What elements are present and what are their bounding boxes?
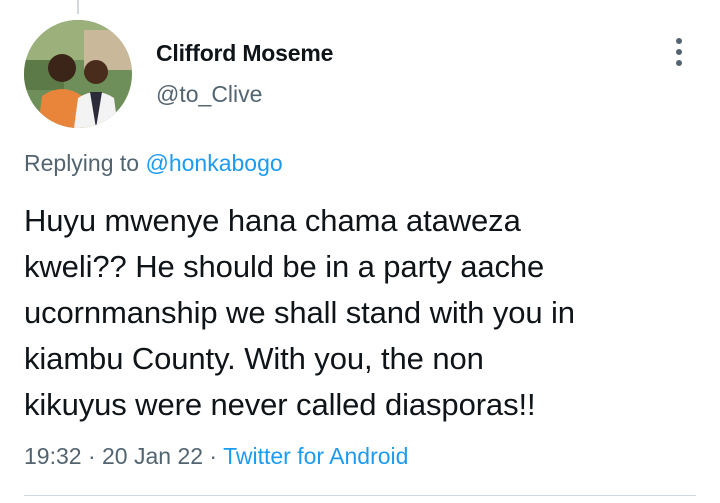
reply-mention-link[interactable]: @honkabogo	[145, 150, 282, 176]
dot	[676, 38, 682, 44]
user-handle[interactable]: @to_Clive	[156, 81, 262, 108]
replying-prefix: Replying to	[24, 150, 146, 176]
more-vertical-icon[interactable]	[664, 34, 694, 70]
display-name[interactable]: Clifford Moseme	[156, 40, 333, 67]
tweet-text: Huyu mwenye hana chama ataweza kweli?? H…	[24, 203, 575, 422]
replying-to: Replying to @honkabogo	[24, 150, 283, 177]
dot	[676, 60, 682, 66]
tweet-time[interactable]: 19:32	[24, 443, 82, 469]
meta-separator: ·	[81, 443, 103, 469]
profile-photo-icon	[24, 20, 132, 128]
meta-separator: ·	[203, 443, 224, 469]
tweet-date[interactable]: 20 Jan 22	[102, 443, 203, 469]
thread-connector-line	[77, 0, 79, 14]
dot	[676, 49, 682, 55]
divider	[24, 495, 696, 496]
avatar[interactable]	[24, 20, 132, 128]
tweet-meta: 19:32 · 20 Jan 22 · Twitter for Android	[24, 443, 408, 470]
tweet-source-link[interactable]: Twitter for Android	[223, 443, 408, 469]
